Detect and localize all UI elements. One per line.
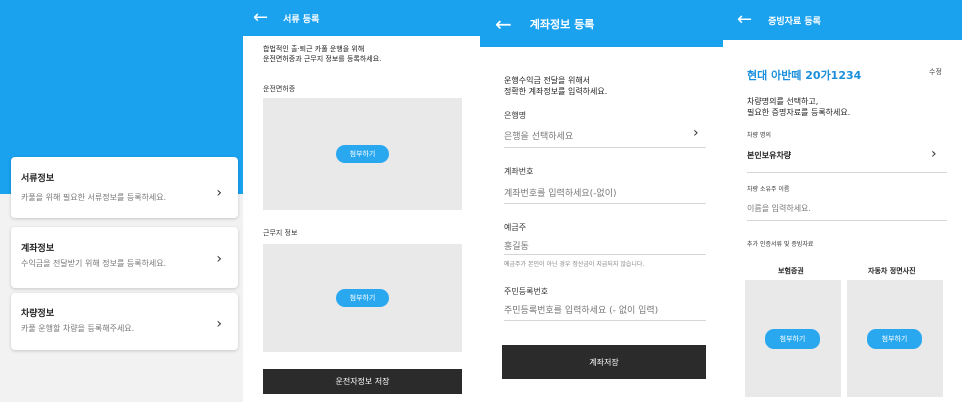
chevron-right-icon: › xyxy=(693,125,699,141)
front-photo-upload-area[interactable]: 첨부하기 xyxy=(847,280,943,397)
intro-text: 운행수익금 전달을 위해서 정확한 계좌정보를 입력하세요. xyxy=(504,76,608,96)
account-holder-label: 예금주 xyxy=(504,223,527,232)
account-number-input[interactable]: 계좌번호를 입력하세요(-없이) xyxy=(504,186,617,199)
insurance-upload-area[interactable]: 첨부하기 xyxy=(745,280,841,397)
card-title: 서류정보 xyxy=(21,174,55,184)
front-photo-attach-button[interactable]: 첨부하기 xyxy=(867,329,922,349)
document-info-card[interactable]: 서류정보 카풀을 위해 필요한 서류정보를 등록하세요. › xyxy=(11,157,238,218)
account-holder-note: 예금주가 본인이 아닌 경우 정산금이 지급되지 않습니다. xyxy=(504,261,645,268)
bank-label: 은행명 xyxy=(504,111,527,120)
account-number-label: 계좌번호 xyxy=(504,167,534,176)
workplace-upload-area[interactable]: 첨부하기 xyxy=(263,244,462,352)
save-driver-info-button[interactable]: 운전자정보 저장 xyxy=(263,369,462,394)
card-description: 카풀 운행할 차량을 등록해주세요. xyxy=(21,324,135,333)
card-description: 수익금을 전달받기 위해 정보를 등록하세요. xyxy=(21,259,167,268)
bank-select[interactable]: 은행을 선택하세요 xyxy=(504,129,573,142)
intro-text: 차량명의를 선택하고, 필요한 증명자료를 등록하세요. xyxy=(747,97,851,117)
ownership-label: 차량 명의 xyxy=(747,132,771,139)
account-info-card[interactable]: 계좌정보 수익금을 전달받기 위해 정보를 등록하세요. › xyxy=(11,227,238,288)
card-title: 계좌정보 xyxy=(21,244,55,254)
page-title: 계좌정보 등록 xyxy=(529,17,595,31)
card-description: 카풀을 위해 필요한 서류정보를 등록하세요. xyxy=(21,193,167,202)
vehicle-info-card[interactable]: 차량정보 카풀 운행할 차량을 등록해주세요. › xyxy=(11,293,238,350)
license-label: 운전면허증 xyxy=(263,85,296,93)
vehicle-plate: 현대 아반떼 20가1234 xyxy=(747,69,862,82)
divider xyxy=(504,203,706,204)
owner-name-label: 차량 소유주 이름 xyxy=(747,186,790,193)
chevron-right-icon: › xyxy=(216,251,222,267)
chevron-right-icon: › xyxy=(931,146,937,162)
page-title: 서류 등록 xyxy=(283,14,320,25)
divider xyxy=(747,172,947,173)
account-registration-screen: ← 계좌정보 등록 운행수익금 전달을 위해서 정확한 계좌정보를 입력하세요.… xyxy=(480,0,723,402)
divider xyxy=(504,254,706,255)
workplace-attach-button[interactable]: 첨부하기 xyxy=(336,289,389,307)
page-title: 증빙자료 등록 xyxy=(768,16,821,27)
edit-link[interactable]: 수정 xyxy=(929,67,942,77)
intro-text: 합법적인 출·퇴근 카풀 운행을 위해 운전면허증과 근무지 정보를 등록하세요… xyxy=(263,45,382,63)
insurance-attach-button[interactable]: 첨부하기 xyxy=(765,329,820,349)
chevron-right-icon: › xyxy=(216,185,222,201)
back-arrow-icon[interactable]: ← xyxy=(253,9,268,27)
back-arrow-icon[interactable]: ← xyxy=(495,14,512,34)
card-title: 차량정보 xyxy=(21,309,55,319)
account-holder-input[interactable]: 홍길동 xyxy=(504,239,529,252)
workplace-label: 근무지 정보 xyxy=(263,229,298,237)
chevron-right-icon: › xyxy=(216,316,222,332)
ownership-select[interactable]: 본인보유차량 xyxy=(747,150,791,161)
license-attach-button[interactable]: 첨부하기 xyxy=(336,145,389,163)
app-bar: ← 증빙자료 등록 xyxy=(723,0,962,40)
rrn-label: 주민등록번호 xyxy=(504,287,549,296)
proof-registration-screen: ← 증빙자료 등록 현대 아반떼 20가1234 수정 차량명의를 선택하고, … xyxy=(723,0,962,402)
front-photo-title: 자동차 정면사진 xyxy=(868,267,916,275)
registration-menu-screen: 서류정보 카풀을 위해 필요한 서류정보를 등록하세요. › 계좌정보 수익금을… xyxy=(0,0,243,402)
divider xyxy=(504,147,706,148)
app-bar: ← 계좌정보 등록 xyxy=(480,0,723,47)
app-bar: ← 서류 등록 xyxy=(243,0,480,36)
extra-docs-label: 추가 인증서류 및 증빙자료 xyxy=(747,241,814,248)
license-upload-area[interactable]: 첨부하기 xyxy=(263,98,462,210)
owner-name-input[interactable]: 이름을 입력하세요. xyxy=(747,203,811,214)
document-registration-screen: ← 서류 등록 합법적인 출·퇴근 카풀 운행을 위해 운전면허증과 근무지 정… xyxy=(243,0,480,402)
rrn-input[interactable]: 주민등록번호를 입력하세요 (- 없이 입력) xyxy=(504,303,658,316)
insurance-title: 보험증권 xyxy=(778,267,804,275)
save-account-button[interactable]: 계좌저장 xyxy=(502,345,706,379)
divider xyxy=(747,220,947,221)
divider xyxy=(504,320,706,321)
back-arrow-icon[interactable]: ← xyxy=(737,11,752,29)
